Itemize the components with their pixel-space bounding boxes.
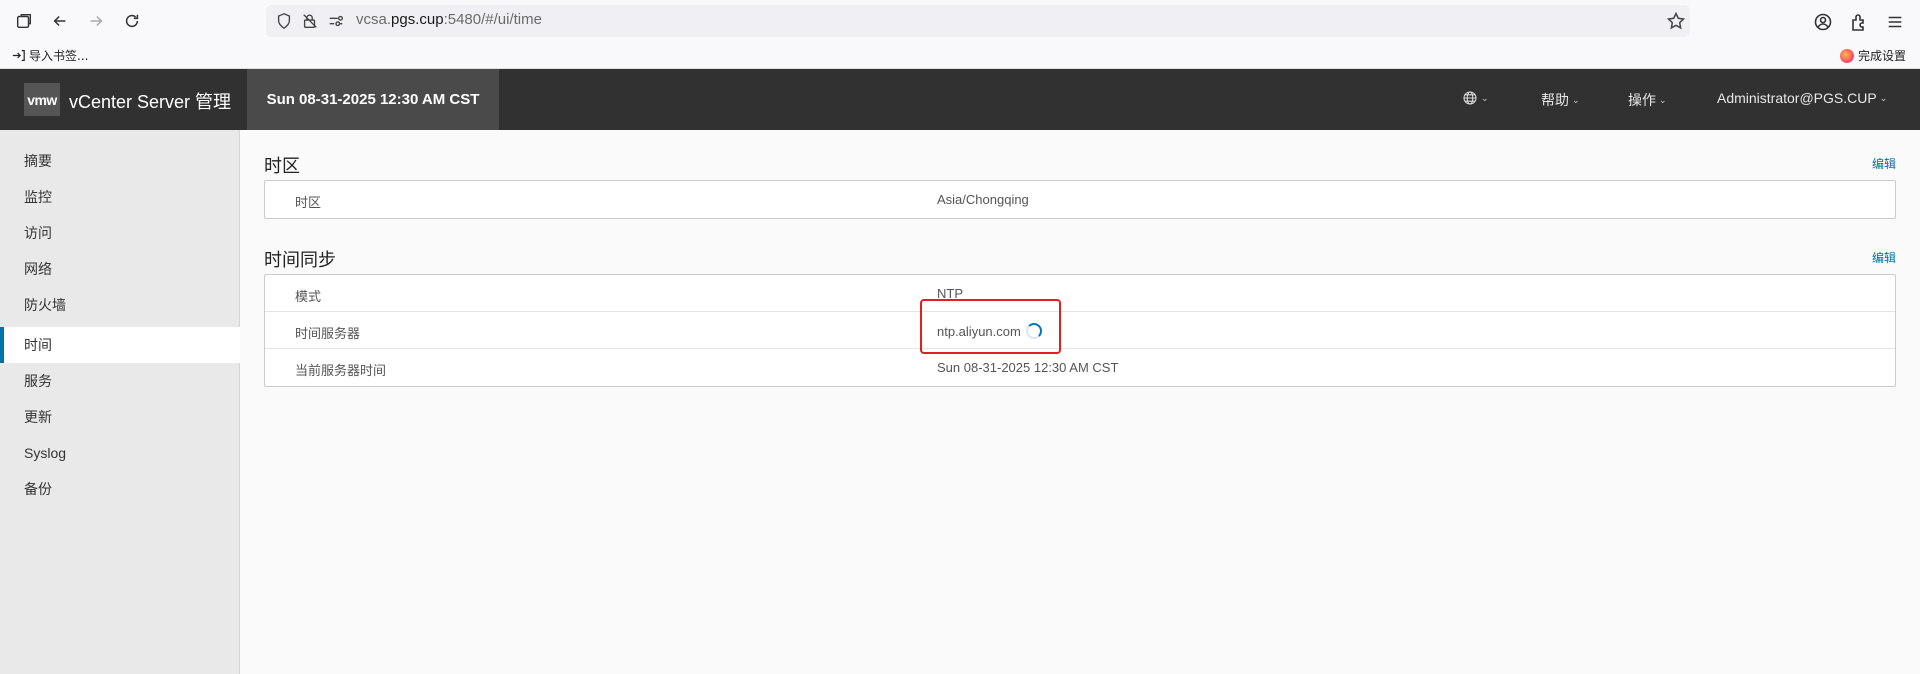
table-row: 当前服务器时间 Sun 08-31-2025 12:30 AM CST bbox=[265, 349, 1895, 386]
lock-warning-icon[interactable] bbox=[300, 11, 320, 31]
user-menu[interactable]: Administrator@PGS.CUP ⌄ bbox=[1717, 90, 1887, 106]
sidebar-item-time[interactable]: 时间 bbox=[0, 327, 240, 363]
row-label: 时区 bbox=[295, 195, 322, 210]
sidebar-item-syslog[interactable]: Syslog bbox=[0, 435, 240, 471]
bookmarks-toolbar: 导入书签... 完成设置 bbox=[0, 42, 1920, 69]
sidebar-item-label: 备份 bbox=[24, 481, 52, 497]
header-datetime: Sun 08-31-2025 12:30 AM CST bbox=[247, 69, 499, 130]
sidebar-item-label: Syslog bbox=[24, 445, 67, 461]
sidebar-item-monitor[interactable]: 监控 bbox=[0, 179, 240, 215]
language-menu[interactable]: ⌄ bbox=[1462, 90, 1489, 106]
account-icon[interactable] bbox=[1812, 11, 1834, 33]
help-menu[interactable]: 帮助 ⌄ bbox=[1541, 90, 1580, 110]
sidebar-item-label: 服务 bbox=[24, 373, 52, 389]
back-arrow-icon[interactable] bbox=[48, 9, 72, 33]
row-value: ntp.aliyun.com bbox=[937, 323, 1042, 339]
sidebar-item-label: 防火墙 bbox=[24, 297, 66, 313]
permissions-icon[interactable] bbox=[326, 11, 346, 31]
sidebar-item-services[interactable]: 服务 bbox=[0, 363, 240, 399]
extensions-icon[interactable] bbox=[1848, 11, 1870, 33]
bookmark-star-icon[interactable] bbox=[1666, 11, 1686, 31]
timezone-section-title: 时区 bbox=[264, 156, 300, 177]
reload-icon[interactable] bbox=[120, 9, 144, 33]
sidebar-item-update[interactable]: 更新 bbox=[0, 399, 240, 435]
sidebar-item-label: 更新 bbox=[24, 409, 52, 425]
timesync-table: 模式 NTP 时间服务器 ntp.aliyun.com 当前服务器时间 Sun … bbox=[264, 274, 1896, 387]
timesync-section-title: 时间同步 bbox=[264, 250, 336, 271]
table-row: 时区 Asia/Chongqing bbox=[265, 181, 1895, 218]
import-bookmarks-label: 导入书签... bbox=[29, 49, 89, 63]
sidebar-item-label: 时间 bbox=[24, 337, 52, 353]
loading-spinner-icon bbox=[1025, 323, 1042, 339]
sidebar-item-access[interactable]: 访问 bbox=[0, 215, 240, 251]
actions-menu[interactable]: 操作 ⌄ bbox=[1628, 90, 1667, 110]
timezone-edit-button[interactable]: 编辑 bbox=[1872, 155, 1896, 172]
sidebar-item-label: 网络 bbox=[24, 261, 52, 277]
help-menu-label: 帮助 bbox=[1541, 92, 1569, 108]
table-row: 时间服务器 ntp.aliyun.com bbox=[265, 312, 1895, 349]
row-value: Sun 08-31-2025 12:30 AM CST bbox=[937, 360, 1119, 375]
vmware-logo: vmw bbox=[24, 83, 60, 116]
url-bar[interactable]: vcsa.pgs.cup:5480/#/ui/time bbox=[266, 5, 1690, 37]
sidebar-item-firewall[interactable]: 防火墙 bbox=[0, 287, 240, 323]
sidebar-item-label: 监控 bbox=[24, 189, 52, 205]
shield-icon[interactable] bbox=[274, 11, 294, 31]
globe-icon bbox=[1463, 91, 1477, 105]
sidebar-item-label: 访问 bbox=[24, 225, 52, 241]
row-label: 当前服务器时间 bbox=[295, 363, 387, 378]
timesync-edit-button[interactable]: 编辑 bbox=[1872, 249, 1896, 266]
app-header: vmw vCenter Server 管理 Sun 08-31-2025 12:… bbox=[0, 69, 1920, 130]
row-label: 模式 bbox=[295, 289, 322, 304]
main-content: 时区 编辑 时区 Asia/Chongqing 时间同步 编辑 模式 NTP 时… bbox=[241, 130, 1920, 674]
actions-menu-label: 操作 bbox=[1628, 92, 1656, 108]
url-text[interactable]: vcsa.pgs.cup:5480/#/ui/time bbox=[356, 11, 542, 28]
tab-overview-icon[interactable] bbox=[12, 9, 36, 33]
chevron-down-icon: ⌄ bbox=[1659, 94, 1667, 105]
table-row: 模式 NTP bbox=[265, 275, 1895, 312]
sidebar-item-network[interactable]: 网络 bbox=[0, 251, 240, 287]
sidebar-item-label: 摘要 bbox=[24, 153, 52, 169]
firefox-logo-icon bbox=[1839, 48, 1854, 63]
chevron-down-icon: ⌄ bbox=[1572, 94, 1580, 105]
finish-setup-label: 完成设置 bbox=[1857, 49, 1906, 63]
row-label: 时间服务器 bbox=[295, 326, 361, 341]
timezone-table: 时区 Asia/Chongqing bbox=[264, 180, 1896, 219]
browser-toolbar: vcsa.pgs.cup:5480/#/ui/time bbox=[0, 0, 1920, 42]
sidebar-nav: 摘要 监控 访问 网络 防火墙 时间 服务 更新 Syslog 备份 bbox=[0, 130, 240, 674]
user-menu-label: Administrator@PGS.CUP bbox=[1717, 90, 1877, 106]
chevron-down-icon: ⌄ bbox=[1481, 92, 1489, 103]
hamburger-menu-icon[interactable] bbox=[1884, 11, 1906, 33]
import-bookmarks-link[interactable]: 导入书签... bbox=[12, 47, 88, 64]
row-value: Asia/Chongqing bbox=[937, 192, 1029, 207]
app-title: vCenter Server 管理 bbox=[69, 92, 232, 112]
chevron-down-icon: ⌄ bbox=[1879, 92, 1888, 103]
forward-arrow-icon[interactable] bbox=[84, 9, 108, 33]
finish-setup-link[interactable]: 完成设置 bbox=[1839, 47, 1906, 64]
row-value: NTP bbox=[937, 286, 963, 301]
import-icon bbox=[12, 50, 25, 61]
sidebar-item-summary[interactable]: 摘要 bbox=[0, 143, 240, 179]
sidebar-item-backup[interactable]: 备份 bbox=[0, 471, 240, 507]
